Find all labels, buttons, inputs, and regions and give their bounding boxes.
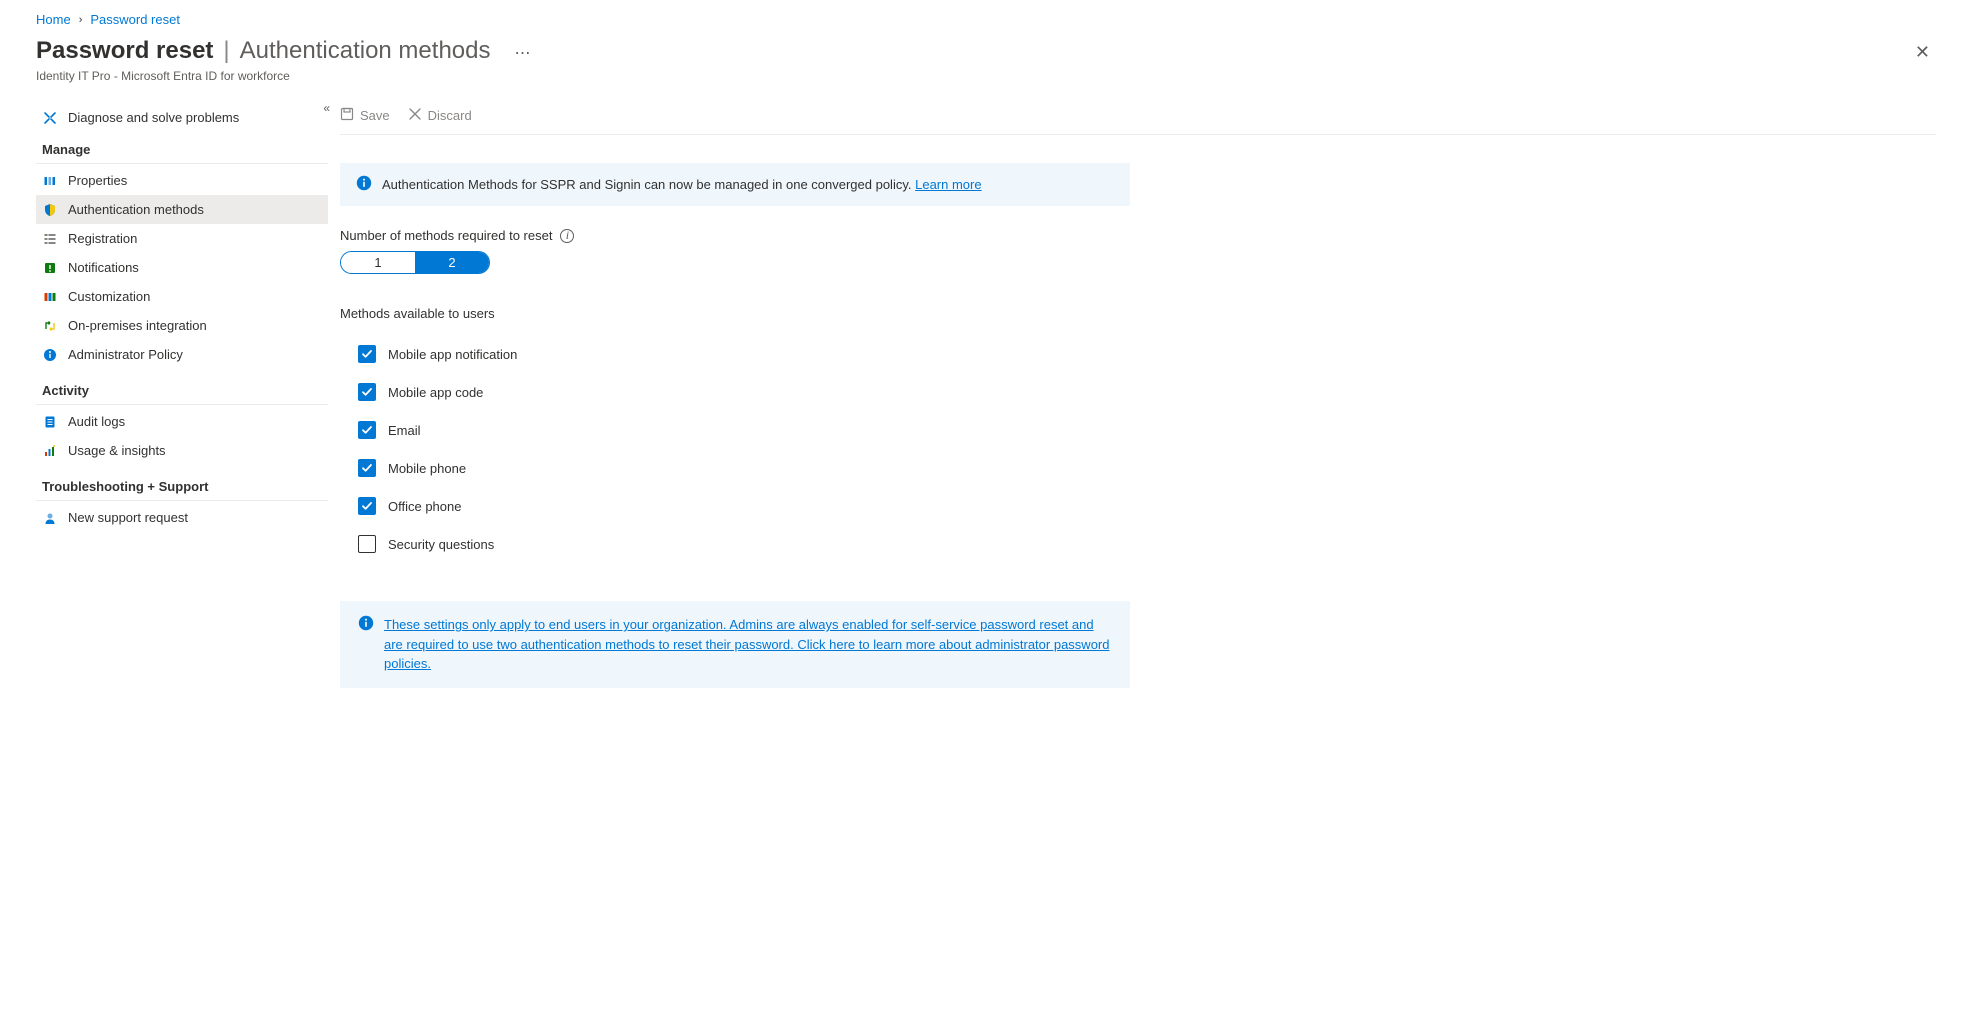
method-row: Mobile app notification [340, 335, 1936, 373]
sidebar-section-heading: Manage [36, 132, 328, 164]
save-label: Save [360, 108, 390, 123]
method-row: Office phone [340, 487, 1936, 525]
registration-icon [42, 232, 58, 246]
methods-required-option-1[interactable]: 1 [341, 252, 415, 273]
methods-required-label: Number of methods required to reset i [340, 228, 1936, 243]
sidebar-item-label: Registration [68, 231, 137, 246]
save-icon [340, 107, 354, 124]
method-row: Email [340, 411, 1936, 449]
method-label: Mobile app notification [388, 347, 517, 362]
sidebar-item-properties[interactable]: Properties [36, 166, 328, 195]
title-separator: | [223, 37, 229, 65]
customization-icon [42, 290, 58, 304]
info-banner-admins: These settings only apply to end users i… [340, 601, 1130, 688]
method-checkbox[interactable] [358, 383, 376, 401]
sidebar-item-label: Audit logs [68, 414, 125, 429]
sidebar: « Diagnose and solve problems Manage Prop… [36, 103, 340, 688]
sidebar-item-label: Notifications [68, 260, 139, 275]
tenant-subtitle: Identity IT Pro - Microsoft Entra ID for… [36, 69, 532, 83]
sidebar-section-heading: Activity [36, 369, 328, 405]
sidebar-item-onprem[interactable]: On-premises integration [36, 311, 328, 340]
save-button[interactable]: Save [340, 107, 390, 124]
sidebar-item-admin-policy[interactable]: Administrator Policy [36, 340, 328, 369]
method-row: Mobile app code [340, 373, 1936, 411]
breadcrumb: Home › Password reset [36, 10, 1936, 37]
admin-policy-link[interactable]: These settings only apply to end users i… [384, 617, 1109, 671]
method-label: Mobile app code [388, 385, 483, 400]
more-actions-icon[interactable]: ⋯ [514, 43, 532, 63]
help-icon[interactable]: i [560, 229, 574, 243]
sidebar-item-registration[interactable]: Registration [36, 224, 328, 253]
sidebar-item-diagnose[interactable]: Diagnose and solve problems [36, 103, 328, 132]
method-row: Security questions [340, 525, 1936, 563]
page-title: Password reset [36, 37, 213, 65]
method-label: Security questions [388, 537, 494, 552]
sidebar-item-customization[interactable]: Customization [36, 282, 328, 311]
methods-required-toggle: 1 2 [340, 251, 490, 274]
discard-button[interactable]: Discard [408, 107, 472, 124]
sidebar-item-label: Customization [68, 289, 150, 304]
sidebar-item-label: New support request [68, 510, 188, 525]
properties-icon [42, 174, 58, 188]
info-icon [358, 615, 374, 634]
sidebar-item-label: Administrator Policy [68, 347, 183, 362]
method-label: Email [388, 423, 421, 438]
sidebar-item-label: Usage & insights [68, 443, 166, 458]
available-methods-heading: Methods available to users [340, 306, 1936, 321]
method-checkbox[interactable] [358, 459, 376, 477]
sidebar-item-usage[interactable]: Usage & insights [36, 436, 328, 465]
discard-icon [408, 107, 422, 124]
onprem-icon [42, 319, 58, 333]
sidebar-item-label: On-premises integration [68, 318, 207, 333]
discard-label: Discard [428, 108, 472, 123]
method-checkbox[interactable] [358, 497, 376, 515]
breadcrumb-home[interactable]: Home [36, 12, 71, 27]
breadcrumb-separator-icon: › [79, 14, 83, 26]
admin-policy-icon [42, 348, 58, 362]
methods-required-option-2[interactable]: 2 [415, 252, 489, 273]
sidebar-item-label: Diagnose and solve problems [68, 110, 239, 125]
sidebar-section-heading: Troubleshooting + Support [36, 465, 328, 501]
method-checkbox[interactable] [358, 421, 376, 439]
method-checkbox[interactable] [358, 345, 376, 363]
info-icon [356, 175, 372, 194]
info-banner-text: Authentication Methods for SSPR and Sign… [382, 177, 982, 192]
sidebar-item-auth-methods[interactable]: Authentication methods [36, 195, 328, 224]
close-icon[interactable]: ✕ [1909, 37, 1936, 67]
main-content: Save Discard Authentication Methods for … [340, 103, 1936, 688]
sidebar-item-label: Properties [68, 173, 127, 188]
info-banner-converged: Authentication Methods for SSPR and Sign… [340, 163, 1130, 206]
usage-icon [42, 444, 58, 458]
notifications-icon [42, 261, 58, 275]
breadcrumb-current[interactable]: Password reset [90, 12, 180, 27]
method-label: Office phone [388, 499, 461, 514]
audit-logs-icon [42, 415, 58, 429]
sidebar-item-support[interactable]: New support request [36, 503, 328, 532]
diagnose-icon [42, 111, 58, 125]
page-subtitle: Authentication methods [240, 37, 491, 65]
toolbar: Save Discard [340, 103, 1936, 135]
auth-methods-icon [42, 203, 58, 217]
support-icon [42, 511, 58, 525]
method-checkbox[interactable] [358, 535, 376, 553]
method-label: Mobile phone [388, 461, 466, 476]
collapse-sidebar-icon[interactable]: « [323, 101, 330, 115]
method-row: Mobile phone [340, 449, 1936, 487]
learn-more-link[interactable]: Learn more [915, 177, 981, 192]
sidebar-item-notifications[interactable]: Notifications [36, 253, 328, 282]
sidebar-item-audit-logs[interactable]: Audit logs [36, 407, 328, 436]
sidebar-item-label: Authentication methods [68, 202, 204, 217]
